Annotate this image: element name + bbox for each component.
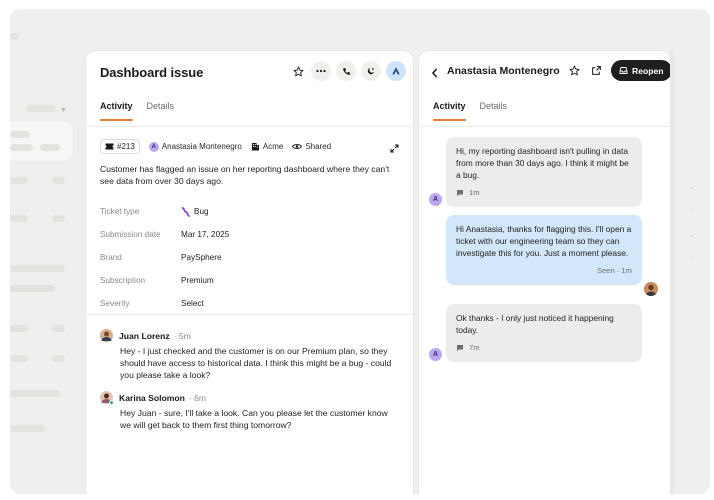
avatar: A (148, 141, 159, 152)
open-external-icon[interactable] (591, 63, 602, 81)
comment-author: Juan Lorenz (119, 330, 170, 341)
assign-ai-icon[interactable] (386, 61, 406, 81)
message-time: 1m (469, 188, 480, 197)
property-value: PaySphere (181, 253, 222, 262)
building-icon (251, 143, 259, 151)
decorative-dot (690, 235, 692, 237)
decorative-dot (690, 257, 692, 259)
sidebar-placeholder (10, 33, 18, 40)
message-time: Seen · 1m (596, 266, 632, 275)
property-value: Premium (181, 276, 214, 285)
chevron-down-icon[interactable]: ▼ (60, 107, 67, 114)
agent-message: Hi Anastasia, thanks for flagging this. … (446, 215, 642, 285)
ticket-title: Dashboard issue (100, 65, 204, 80)
ticket-header-actions: z (290, 61, 406, 81)
avatar (100, 391, 114, 405)
property-label: Submission date (100, 230, 161, 239)
message-time: 7m (469, 343, 480, 352)
severity-select[interactable]: Select (181, 299, 204, 308)
comment-time: · 6m (188, 392, 207, 403)
sidebar-selected-item[interactable] (10, 121, 73, 161)
back-chevron-icon[interactable] (431, 65, 439, 83)
tab-divider (86, 126, 413, 127)
tab-divider (419, 126, 671, 127)
avatar (644, 282, 658, 296)
more-options-icon[interactable] (311, 61, 331, 81)
company-chip[interactable]: Acme (251, 142, 283, 151)
expand-icon[interactable] (390, 140, 399, 158)
property-label: Severity (100, 299, 130, 308)
tab-activity[interactable]: Activity (433, 101, 466, 121)
ticket-tabs: Activity Details (100, 101, 174, 121)
message-text: Hi Anastasia, thanks for flagging this. … (456, 224, 632, 258)
svg-text:z: z (372, 67, 374, 71)
property-row[interactable]: Ticket type Bug (100, 200, 400, 223)
sidebar-placeholder (26, 105, 56, 112)
ticket-meta: #213 A Anastasia Montenegro Acme Shared (100, 139, 331, 154)
chat-icon (457, 345, 463, 351)
property-row[interactable]: Brand PaySphere (100, 246, 400, 269)
section-divider (86, 314, 413, 315)
chat-icon (457, 190, 463, 196)
tab-activity[interactable]: Activity (100, 101, 133, 121)
company-name: Acme (262, 142, 284, 151)
conversation-tabs: Activity Details (433, 101, 507, 121)
comment-item: Juan Lorenz · 5m Hey - I just checked an… (100, 329, 400, 381)
customer-message: Hi, my reporting dashboard isn't pulling… (446, 137, 642, 207)
comment-body: Hey Juan - sure, I'll take a look. Can y… (120, 408, 388, 430)
star-icon[interactable] (290, 61, 306, 81)
decorative-dot (690, 209, 692, 211)
property-value: Bug (194, 207, 209, 216)
bug-icon (181, 206, 190, 217)
property-value: Mar 17, 2025 (181, 230, 230, 239)
eye-icon (292, 144, 303, 149)
panel-edge (670, 49, 674, 494)
ticket-icon (105, 143, 114, 150)
property-row[interactable]: Subscription Premium (100, 269, 400, 292)
visibility-label: Shared (305, 142, 332, 151)
inbox-icon (619, 67, 628, 74)
snooze-icon[interactable]: z (361, 61, 381, 81)
ticket-properties: Ticket type Bug Submission date Mar 17, … (100, 200, 400, 315)
sidebar: ▼ (10, 33, 83, 485)
decorative-dot (690, 187, 692, 189)
visibility-chip[interactable]: Shared (292, 142, 331, 151)
tab-details[interactable]: Details (147, 101, 175, 121)
avatar: A (429, 348, 442, 361)
property-label: Ticket type (100, 207, 140, 216)
assignee-chip[interactable]: A Anastasia Montenegro (148, 141, 242, 152)
ticket-description: Customer has flagged an issue on her rep… (100, 164, 390, 186)
avatar (100, 329, 113, 342)
app-frame: ▼ Dashboard issue z Activity Details #21… (10, 9, 710, 494)
phone-icon[interactable] (336, 61, 356, 81)
customer-message: Ok thanks - I only just noticed it happe… (446, 304, 642, 362)
property-row[interactable]: Severity Select (100, 292, 400, 315)
tab-details[interactable]: Details (480, 101, 508, 121)
property-label: Brand (100, 253, 122, 262)
property-label: Subscription (100, 276, 146, 285)
online-status-dot (109, 400, 114, 405)
conversation-panel: Anastasia Montenegro Reopen Activity Det… (419, 51, 671, 494)
message-text: Ok thanks - I only just noticed it happe… (456, 313, 614, 335)
comment-time: · 5m (173, 330, 191, 341)
star-icon[interactable] (569, 63, 580, 81)
reopen-button[interactable]: Reopen (611, 60, 671, 81)
comment-author: Karina Solomon (119, 392, 185, 403)
message-text: Hi, my reporting dashboard isn't pulling… (456, 146, 629, 180)
assignee-name: Anastasia Montenegro (161, 142, 242, 151)
conversation-title: Anastasia Montenegro (447, 65, 560, 77)
reopen-label: Reopen (632, 65, 664, 76)
ticket-panel: Dashboard issue z Activity Details #213 … (86, 51, 413, 494)
comment-item: Karina Solomon · 6m Hey Juan - sure, I'l… (100, 391, 400, 431)
ticket-number: #213 (117, 142, 135, 151)
ticket-number-chip[interactable]: #213 (100, 139, 140, 154)
avatar: A (429, 193, 442, 206)
comment-body: Hey - I just checked and the customer is… (120, 346, 392, 380)
property-row[interactable]: Submission date Mar 17, 2025 (100, 223, 400, 246)
